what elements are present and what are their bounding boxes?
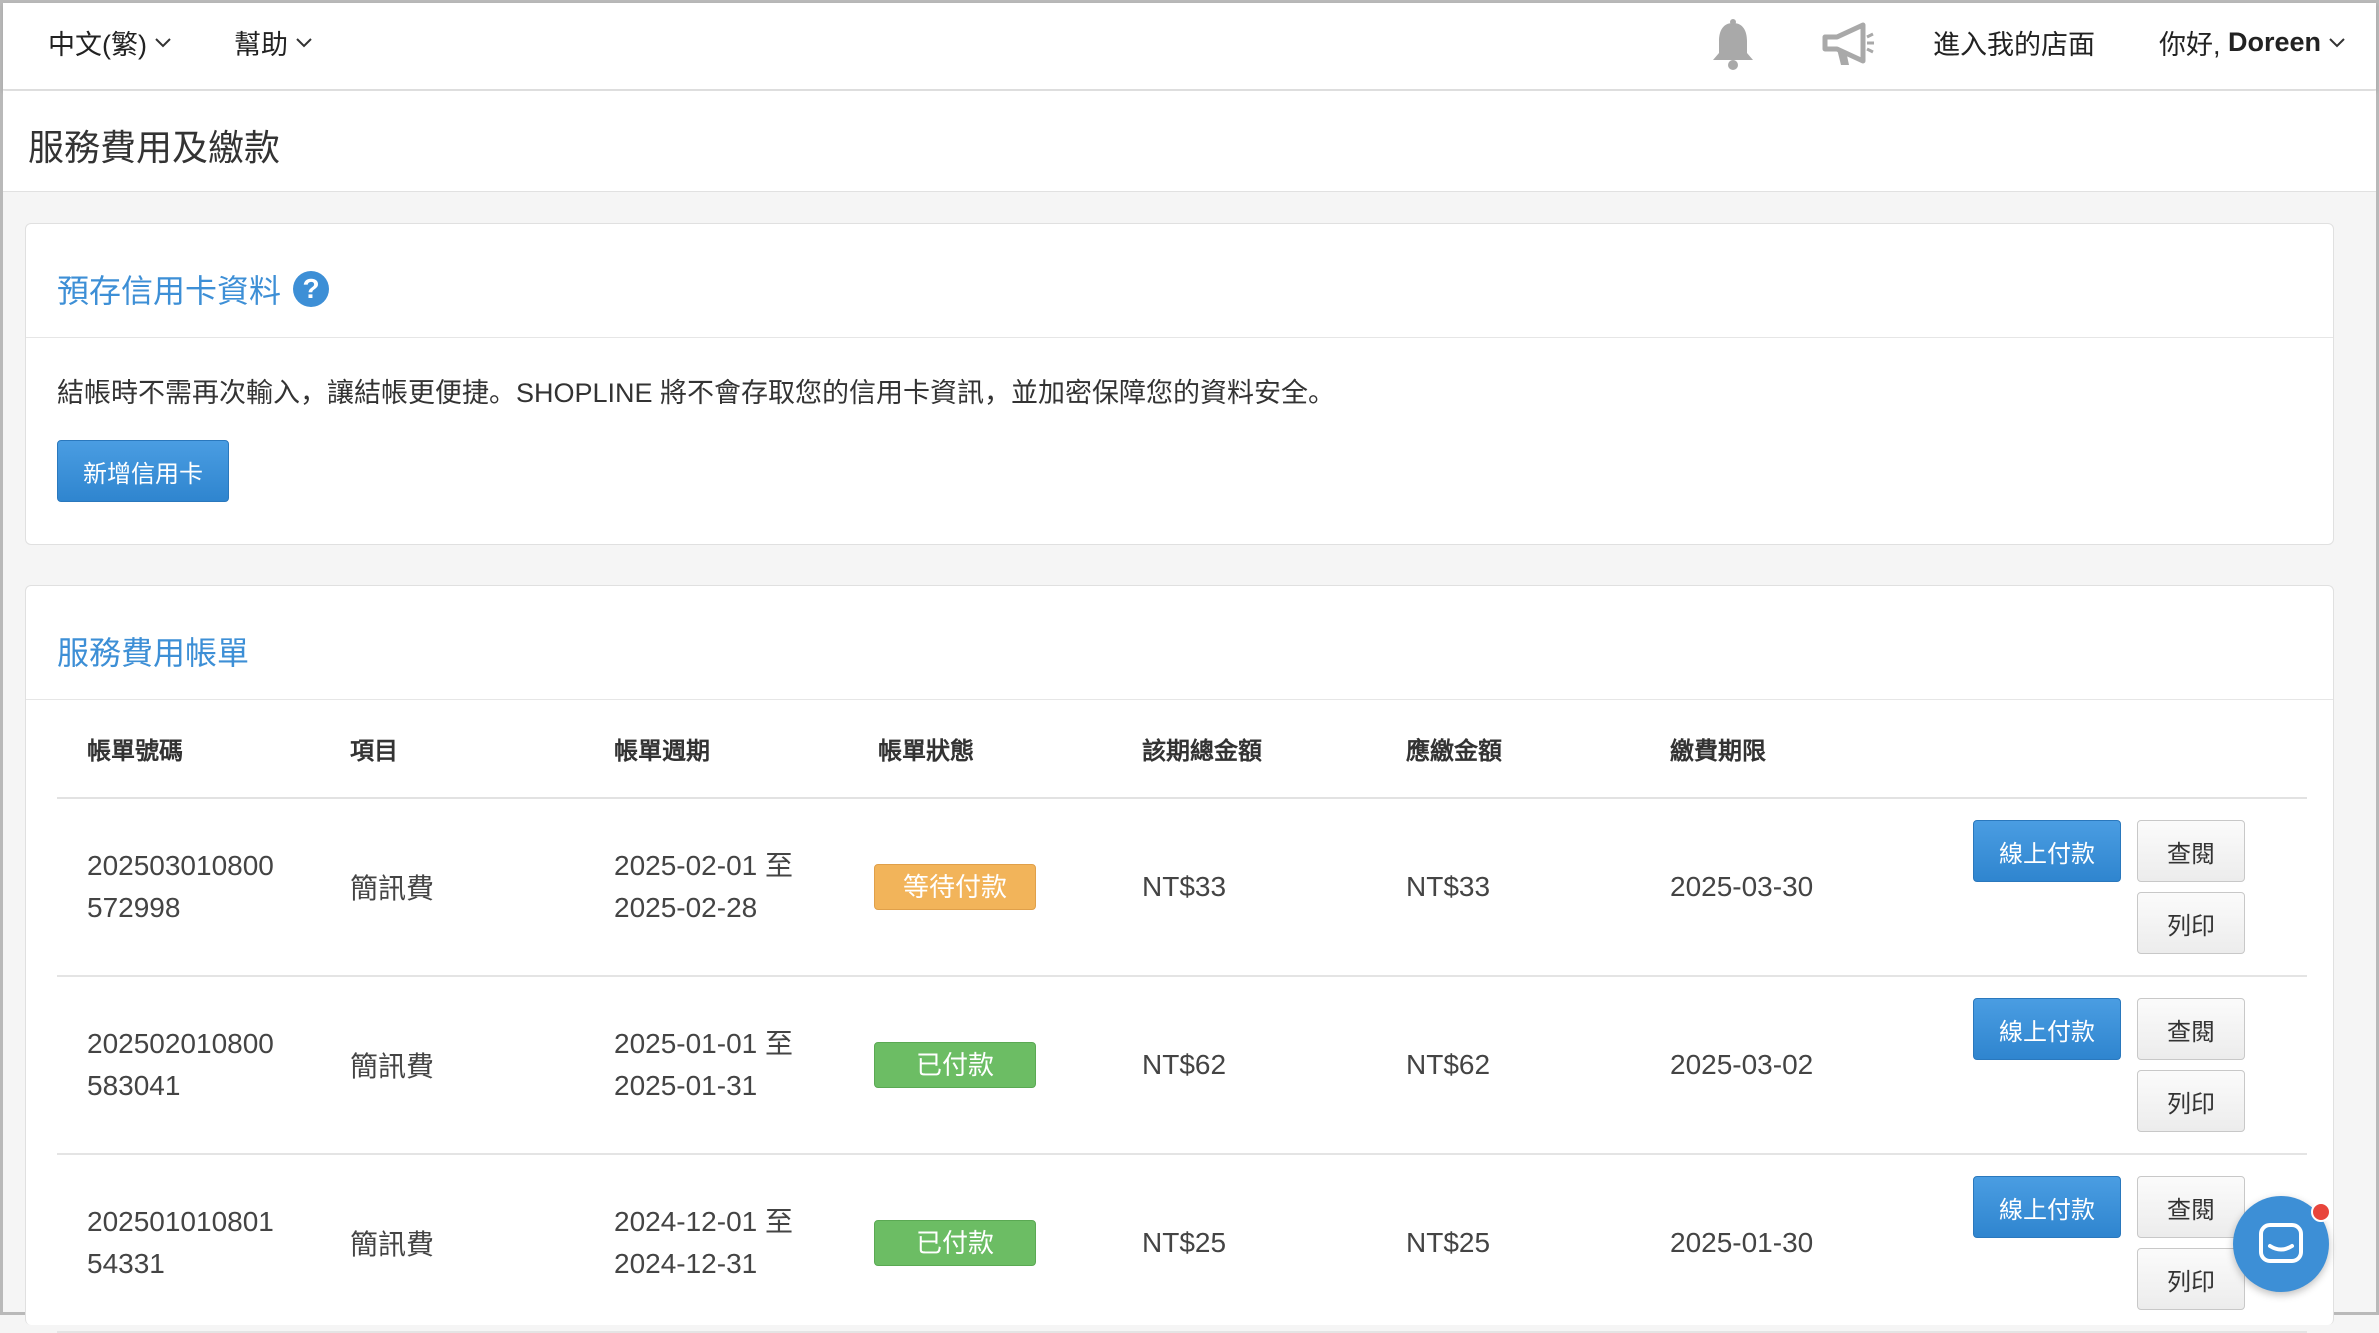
view-button[interactable]: 查閱 (2137, 820, 2245, 882)
bill-number-line1: 202503010800 (87, 850, 274, 881)
bill-number-line1: 202501010801 (87, 1206, 274, 1237)
user-menu[interactable]: 你好, Doreen (2159, 23, 2345, 62)
total-cell: NT$25 (1112, 1154, 1376, 1333)
print-button[interactable]: 列印 (2137, 1070, 2245, 1132)
column-header-status: 帳單狀態 (848, 699, 1112, 799)
storefront-link[interactable]: 進入我的店面 (1933, 23, 2095, 62)
view-button[interactable]: 查閱 (2137, 998, 2245, 1060)
pay-online-button[interactable]: 線上付款 (1973, 998, 2121, 1060)
bills-panel: 服務費用帳單 帳單號碼 項目 帳單週期 帳單狀態 該期總金額 應繳金額 繳費期限 (25, 585, 2334, 1333)
print-button[interactable]: 列印 (2137, 1248, 2245, 1310)
column-header-total: 該期總金額 (1112, 699, 1376, 799)
top-navigation-bar: 中文(繁) 幫助 進入我的店面 你好, Doreen (3, 3, 2376, 90)
period-line2: 2025-02-28 (614, 892, 758, 923)
credit-card-panel: 預存信用卡資料 ? 結帳時不需再次輸入，讓結帳更便捷。SHOPLINE 將不會存… (25, 223, 2334, 545)
period-cell: 2025-01-01 至 2025-01-31 (584, 976, 848, 1155)
status-badge: 等待付款 (874, 864, 1036, 910)
due-date-cell: 2025-03-30 (1640, 798, 1973, 977)
table-row: 202503010800 572998 簡訊費 2025-02-01 至 202… (57, 798, 2307, 977)
help-menu[interactable]: 幫助 (234, 23, 312, 62)
question-icon[interactable]: ? (293, 271, 330, 307)
status-cell: 等待付款 (848, 798, 1112, 977)
due-amount-cell: NT$62 (1376, 976, 1640, 1155)
help-label: 幫助 (234, 30, 288, 60)
print-button[interactable]: 列印 (2137, 892, 2245, 954)
column-header-due-amount: 應繳金額 (1376, 699, 1640, 799)
credit-card-panel-title: 預存信用卡資料 ? (57, 266, 330, 312)
table-row: 202501010801 54331 簡訊費 2024-12-01 至 2024… (57, 1154, 2307, 1333)
due-date-cell: 2025-01-30 (1640, 1154, 1973, 1333)
bell-icon[interactable] (1709, 19, 1757, 76)
period-line1: 2024-12-01 至 (614, 1206, 794, 1237)
language-label: 中文(繁) (48, 30, 147, 60)
bill-number-cell: 202501010801 54331 (57, 1154, 320, 1333)
due-amount-cell: NT$33 (1376, 798, 1640, 977)
bills-panel-title: 服務費用帳單 (57, 628, 249, 674)
bill-number-line2: 583041 (87, 1070, 181, 1101)
bills-title-label: 服務費用帳單 (57, 635, 250, 671)
item-cell: 簡訊費 (320, 976, 584, 1155)
megaphone-icon[interactable] (1819, 19, 1875, 74)
chevron-down-icon (296, 31, 312, 54)
actions-cell: 線上付款 查閱 列印 (1973, 976, 2307, 1155)
status-badge: 已付款 (874, 1220, 1036, 1266)
column-header-item: 項目 (320, 699, 584, 799)
period-line1: 2025-02-01 至 (614, 850, 794, 881)
bills-panel-header: 服務費用帳單 (26, 586, 2333, 700)
item-cell: 簡訊費 (320, 1154, 584, 1333)
total-cell: NT$62 (1112, 976, 1376, 1155)
bill-number-line1: 202502010800 (87, 1028, 274, 1059)
period-cell: 2024-12-01 至 2024-12-31 (584, 1154, 848, 1333)
chevron-down-icon (2329, 31, 2345, 54)
column-header-actions (1973, 699, 2307, 799)
storefront-label: 進入我的店面 (1933, 30, 2095, 60)
period-cell: 2025-02-01 至 2025-02-28 (584, 798, 848, 977)
language-selector[interactable]: 中文(繁) (48, 23, 171, 62)
chevron-down-icon (155, 31, 171, 54)
period-line2: 2025-01-31 (614, 1070, 758, 1101)
table-row: 202502010800 583041 簡訊費 2025-01-01 至 202… (57, 976, 2307, 1155)
view-button[interactable]: 查閱 (2137, 1176, 2245, 1238)
bill-number-cell: 202502010800 583041 (57, 976, 320, 1155)
row-actions: 線上付款 查閱 列印 (1973, 977, 2307, 1153)
due-date-cell: 2025-03-02 (1640, 976, 1973, 1155)
column-header-period: 帳單週期 (584, 699, 848, 799)
chat-icon (2258, 1222, 2304, 1271)
page-title: 服務費用及繳款 (28, 127, 281, 168)
column-header-due-date: 繳費期限 (1640, 699, 1973, 799)
greeting-label: 你好, (2159, 30, 2229, 60)
credit-card-panel-header: 預存信用卡資料 ? (26, 224, 2333, 338)
page-header: 服務費用及繳款 (3, 91, 2376, 192)
status-cell: 已付款 (848, 1154, 1112, 1333)
actions-cell: 線上付款 查閱 列印 (1973, 798, 2307, 977)
table-header-row: 帳單號碼 項目 帳單週期 帳單狀態 該期總金額 應繳金額 繳費期限 (57, 699, 2307, 799)
total-cell: NT$33 (1112, 798, 1376, 977)
item-cell: 簡訊費 (320, 798, 584, 977)
pay-online-button[interactable]: 線上付款 (1973, 820, 2121, 882)
user-name: Doreen (2228, 27, 2322, 57)
status-cell: 已付款 (848, 976, 1112, 1155)
credit-card-description: 結帳時不需再次輸入，讓結帳更便捷。SHOPLINE 將不會存取您的信用卡資訊，並… (57, 378, 1336, 408)
credit-card-title-label: 預存信用卡資料 (57, 273, 282, 309)
pay-online-button[interactable]: 線上付款 (1973, 1176, 2121, 1238)
period-line2: 2024-12-31 (614, 1248, 758, 1279)
row-actions: 線上付款 查閱 列印 (1973, 799, 2307, 975)
bill-number-line2: 54331 (87, 1248, 165, 1279)
due-amount-cell: NT$25 (1376, 1154, 1640, 1333)
status-badge: 已付款 (874, 1042, 1036, 1088)
column-header-bill-number: 帳單號碼 (57, 699, 320, 799)
chat-notification-dot (2311, 1202, 2331, 1222)
bill-number-cell: 202503010800 572998 (57, 798, 320, 977)
bills-table: 帳單號碼 項目 帳單週期 帳單狀態 該期總金額 應繳金額 繳費期限 202503… (57, 699, 2307, 1333)
period-line1: 2025-01-01 至 (614, 1028, 794, 1059)
add-credit-card-button[interactable]: 新增信用卡 (57, 440, 229, 502)
bill-number-line2: 572998 (87, 892, 181, 923)
